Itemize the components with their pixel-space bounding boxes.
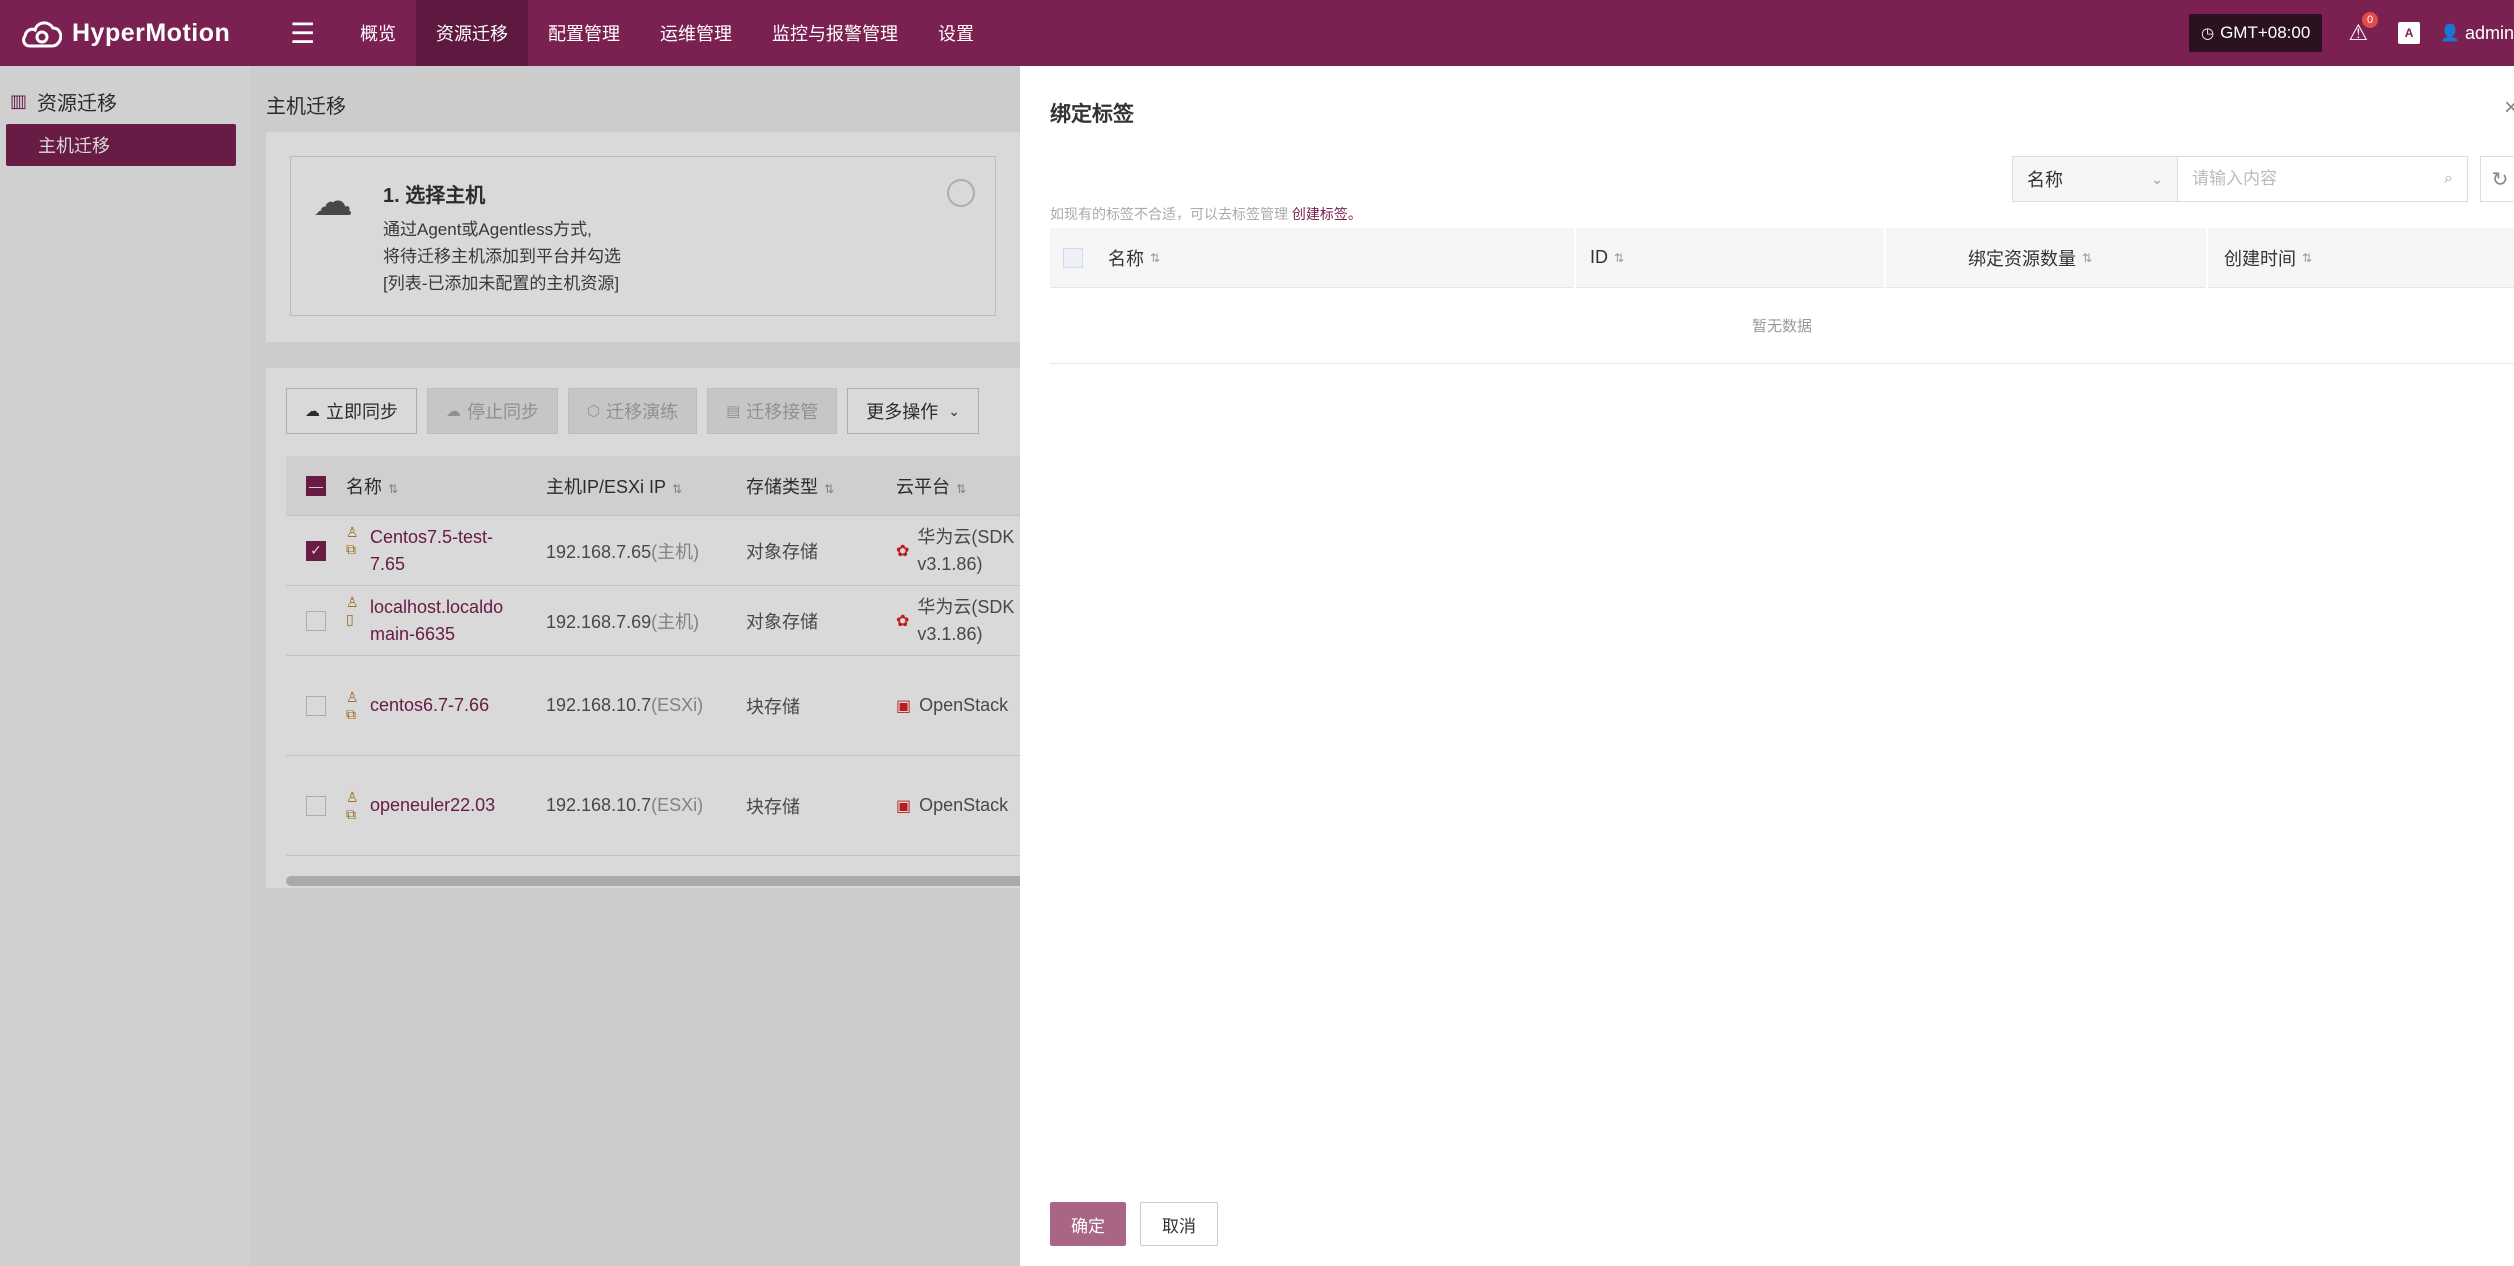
sort-icon: ⇅ [2302, 250, 2313, 265]
search-input[interactable] [2192, 169, 2412, 189]
search-box: ⌕ [2178, 156, 2468, 202]
col-tag-id-label: ID [1590, 247, 1608, 267]
drawer-footer: 确定 取消 [1050, 1202, 1218, 1246]
timezone-label: GMT+08:00 [2220, 23, 2311, 42]
col-tag-name-label: 名称 [1108, 248, 1144, 269]
cancel-button[interactable]: 取消 [1140, 1202, 1218, 1246]
tag-table-header: 名称 ⇅ ID ⇅ 绑定资源数量 ⇅ 创建时间 ⇅ [1050, 227, 2514, 288]
menu-toggle-icon[interactable]: ☰ [290, 17, 330, 50]
chevron-down-icon: ⌄ [2151, 170, 2163, 187]
sort-icon: ⇅ [1150, 250, 1161, 265]
filter-field-label: 名称 [2027, 170, 2063, 190]
cloud-logo-icon [22, 21, 62, 48]
top-navbar: HyperMotion ☰ 概览 资源迁移 配置管理 运维管理 监控与报警管理 … [0, 0, 2514, 66]
hint-text: 如现有的标签不合适，可以去标签管理 [1050, 206, 1292, 222]
nav-item-migration[interactable]: 资源迁移 [416, 0, 528, 66]
logo[interactable]: HyperMotion [22, 16, 262, 50]
nav-item-settings[interactable]: 设置 [918, 0, 994, 66]
refresh-icon[interactable]: ↻ [2480, 156, 2514, 202]
tag-filter: 名称 ⌄ ⌕ ↻ [2012, 156, 2514, 202]
user-icon: 👤 [2440, 25, 2460, 42]
col-tag-id[interactable]: ID ⇅ [1576, 227, 1886, 288]
user-menu[interactable]: 👤 admin [2440, 23, 2514, 44]
nav-item-ops[interactable]: 运维管理 [640, 0, 752, 66]
create-tag-hint: 如现有的标签不合适，可以去标签管理 创建标签。 [1050, 204, 1362, 224]
search-icon[interactable]: ⌕ [2444, 170, 2453, 188]
nav-item-overview[interactable]: 概览 [340, 0, 416, 66]
col-tag-name[interactable]: 名称 ⇅ [1096, 227, 1576, 288]
main-nav: 概览 资源迁移 配置管理 运维管理 监控与报警管理 设置 [340, 0, 994, 66]
filter-field-select[interactable]: 名称 ⌄ [2012, 156, 2178, 202]
nav-item-config[interactable]: 配置管理 [528, 0, 640, 66]
bind-tag-drawer: 绑定标签 × 名称 ⌄ ⌕ ↻ 如现有的标签不合适，可以去标签管理 创建标签。 … [1020, 66, 2514, 1266]
drawer-title: 绑定标签 [1050, 103, 1134, 126]
col-bound-count-label: 绑定资源数量 [1968, 248, 2076, 269]
tag-table: 名称 ⇅ ID ⇅ 绑定资源数量 ⇅ 创建时间 ⇅ 暂无数据 [1050, 227, 2514, 364]
create-tag-link[interactable]: 创建标签。 [1292, 206, 1362, 222]
close-icon[interactable]: × [2504, 94, 2514, 122]
sort-icon: ⇅ [2082, 250, 2093, 265]
sort-icon: ⇅ [1614, 250, 1625, 265]
notification-badge: 0 [2362, 12, 2379, 28]
alert-bell[interactable]: ⚠ 0 [2348, 12, 2379, 46]
col-created-time-label: 创建时间 [2224, 248, 2296, 269]
col-bound-count[interactable]: 绑定资源数量 ⇅ [1886, 227, 2208, 288]
confirm-button[interactable]: 确定 [1050, 1202, 1126, 1246]
nav-item-monitor[interactable]: 监控与报警管理 [752, 0, 918, 66]
user-name: admin [2464, 22, 2514, 43]
empty-state: 暂无数据 [1050, 288, 2514, 364]
language-icon[interactable]: A [2398, 22, 2421, 44]
col-created-time[interactable]: 创建时间 ⇅ [2208, 228, 2508, 288]
app-name: HyperMotion [72, 18, 231, 47]
timezone-display[interactable]: ◷ GMT+08:00 [2188, 14, 2323, 52]
select-all-checkbox[interactable] [1063, 247, 1083, 268]
clock-icon: ◷ [2200, 25, 2215, 42]
